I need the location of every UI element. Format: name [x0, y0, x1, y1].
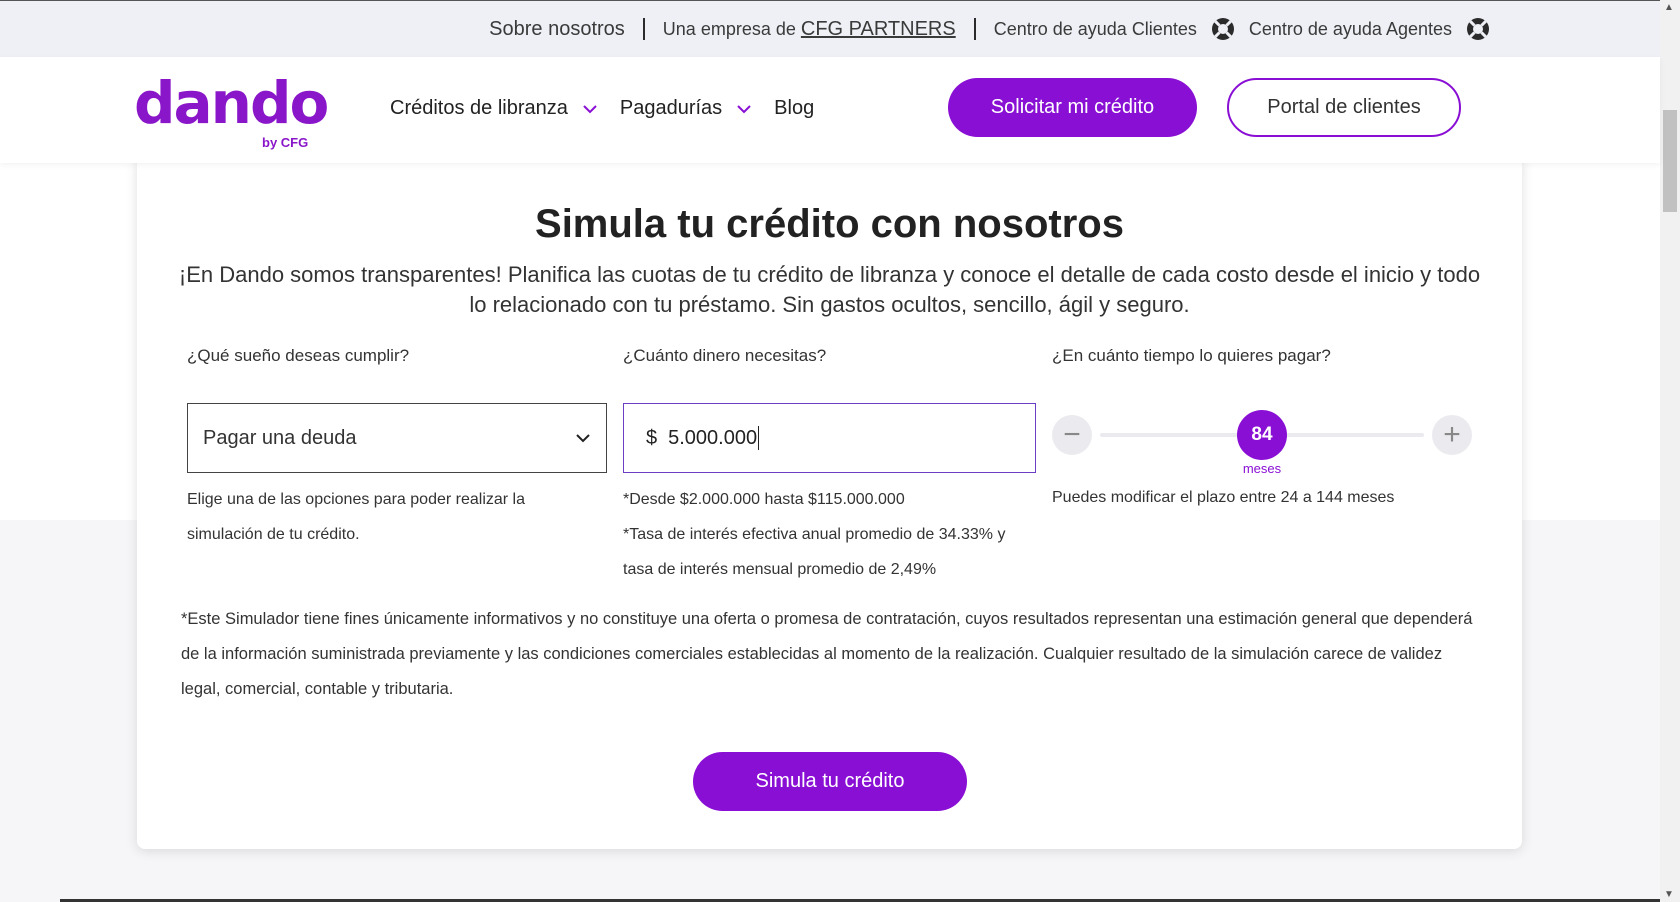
disclaimer-text: *Este Simulador tiene fines únicamente i…	[181, 610, 1473, 698]
amount-input[interactable]: $ 5.000.000	[623, 403, 1036, 473]
nav-label: Créditos de libranza	[390, 97, 568, 119]
cfg-partners-link[interactable]: CFG PARTNERS	[801, 18, 956, 41]
slider-unit: meses	[1242, 461, 1282, 476]
amount-range-help: *Desde $2.000.000 hasta $115.000.000	[623, 491, 905, 508]
nav-label: Blog	[774, 97, 815, 119]
simulator-subtitle: ¡En Dando somos transparentes! Planifica…	[178, 262, 1481, 317]
text-cursor	[758, 426, 760, 450]
simulator-title: Simula tu crédito con nosotros	[535, 202, 1124, 246]
plus-icon[interactable]: +	[1432, 415, 1472, 455]
main-header: dando by CFG Créditos de libranza Pagadu…	[0, 57, 1660, 163]
lifebuoy-icon	[1211, 18, 1234, 40]
nav-label: Pagadurías	[619, 97, 723, 119]
company-credit: Una empresa de CFG PARTNERS	[663, 18, 956, 41]
company-prefix: Una empresa de	[662, 18, 796, 39]
nav-item-creditos[interactable]: Créditos de libranza	[390, 97, 598, 120]
divider	[642, 18, 645, 40]
help-agents-label: Centro de ayuda Agentes	[1248, 18, 1452, 39]
dando-logo[interactable]: dando by CFG	[134, 69, 329, 150]
chevron-down-icon	[583, 104, 597, 113]
divider	[973, 18, 976, 40]
dream-help: Elige una de las opciones para poder rea…	[187, 491, 525, 543]
amount-rate-help: *Tasa de interés efectiva anual promedio…	[623, 526, 1006, 578]
dream-select[interactable]: Pagar una deuda	[187, 403, 607, 473]
currency-symbol: $	[646, 426, 658, 449]
scroll-up-icon[interactable]: ▲	[1664, 2, 1674, 13]
simulator-card: Simula tu crédito con nosotros ¡En Dando…	[137, 150, 1522, 849]
logo-word: dando	[134, 69, 329, 137]
chevron-down-icon	[576, 434, 590, 443]
help-clients-link[interactable]: Centro de ayuda Clientes	[994, 17, 1249, 41]
help-agents-link[interactable]: Centro de ayuda Agentes	[1249, 17, 1490, 41]
logo-sub: by CFG	[262, 135, 309, 150]
dream-select-value: Pagar una deuda	[203, 426, 357, 449]
help-clients-label: Centro de ayuda Clientes	[993, 18, 1197, 39]
amount-label: ¿Cuánto dinero necesitas?	[623, 346, 827, 365]
simulate-button[interactable]: Simula tu crédito	[693, 752, 967, 811]
nav-item-pagadurias[interactable]: Pagadurías	[620, 97, 752, 120]
main-nav: Créditos de libranza Pagadurías Blog	[390, 97, 836, 120]
scrollbar-thumb[interactable]	[1663, 110, 1677, 212]
top-utility-bar: Sobre nosotros Una empresa de CFG PARTNE…	[0, 0, 1660, 57]
about-link[interactable]: Sobre nosotros	[489, 18, 625, 41]
nav-item-blog[interactable]: Blog	[774, 97, 814, 120]
minus-icon[interactable]: −	[1052, 415, 1092, 455]
amount-value: 5.000.000	[668, 426, 758, 449]
term-slider[interactable]: − 84 meses +	[1052, 407, 1472, 476]
dream-label: ¿Qué sueño deseas cumplir?	[187, 346, 410, 365]
scrollbar[interactable]: ▲ ▼	[1660, 0, 1680, 902]
term-help: Puedes modificar el plazo entre 24 a 144…	[1052, 489, 1395, 506]
request-credit-button[interactable]: Solicitar mi crédito	[948, 78, 1197, 137]
term-label: ¿En cuánto tiempo lo quieres pagar?	[1052, 346, 1331, 365]
client-portal-button[interactable]: Portal de clientes	[1227, 78, 1461, 137]
scroll-down-icon[interactable]: ▼	[1664, 889, 1674, 900]
lifebuoy-icon	[1467, 18, 1489, 40]
chevron-down-icon	[737, 104, 751, 113]
slider-thumb[interactable]: 84	[1237, 410, 1287, 460]
